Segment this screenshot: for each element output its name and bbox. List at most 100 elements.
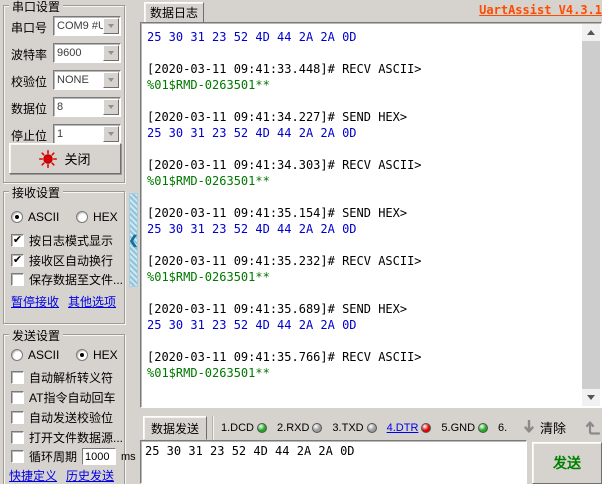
- parity-value: NONE: [54, 74, 103, 86]
- chevron-down-icon: [108, 24, 114, 28]
- clear-receive-button[interactable]: 清除: [518, 415, 580, 440]
- send-data-input[interactable]: 25 30 31 23 52 4D 44 2A 2A 0D: [141, 441, 526, 483]
- log-line-meta: [2020-03-11 09:41:35.154]# SEND HEX>: [147, 205, 579, 221]
- send-button-label: 发送: [553, 453, 581, 473]
- clear-send-button[interactable]: 清除: [582, 415, 602, 440]
- tab-data-send-label: 数据发送: [151, 420, 199, 437]
- log-scrollbar[interactable]: [582, 24, 600, 406]
- cycle-period-row: 循环周期 ms: [11, 448, 136, 465]
- auto-wrap-checkbox[interactable]: ✔ 接收区自动换行: [11, 252, 113, 269]
- clear-receive-label: 清除: [540, 418, 566, 437]
- baud-rate-dropdown-button[interactable]: [103, 45, 119, 61]
- history-send-link[interactable]: 历史发送: [66, 467, 114, 484]
- triangle-up-icon: [587, 30, 595, 35]
- recv-hex-radio[interactable]: HEX: [76, 210, 118, 224]
- log-line-meta: [2020-03-11 09:41:35.766]# RECV ASCII>: [147, 349, 579, 365]
- close-port-button[interactable]: 关闭: [9, 143, 121, 174]
- data-bits-select[interactable]: 8: [53, 97, 121, 117]
- log-mode-checkbox[interactable]: ✔ 按日志模式显示: [11, 232, 113, 249]
- escape-parse-checkbox[interactable]: 自动解析转义符: [11, 369, 113, 386]
- at-cr-label: AT指令自动回车: [29, 389, 115, 406]
- send-data-box: 25 30 31 23 52 4D 44 2A 2A 0D: [140, 440, 527, 484]
- parity-select[interactable]: NONE: [53, 70, 121, 90]
- signal-dcd: 1.DCD: [221, 422, 267, 434]
- panel-splitter: ❮: [127, 0, 140, 484]
- log-line-blank: [147, 141, 579, 157]
- auto-checksum-checkbox[interactable]: 自动发送校验位: [11, 409, 113, 426]
- quick-define-link[interactable]: 快捷定义: [9, 467, 57, 484]
- stop-bits-dropdown-button[interactable]: [103, 126, 119, 142]
- receive-settings-group: 接收设置 ASCII HEX ✔ 按日志模式显示 ✔ 接收区自动换行 保存数据至…: [3, 191, 125, 324]
- parity-dropdown-button[interactable]: [103, 72, 119, 88]
- baud-rate-select[interactable]: 9600: [53, 43, 121, 63]
- file-source-label: 打开文件数据源...: [29, 429, 123, 446]
- send-ascii-label: ASCII: [28, 348, 59, 362]
- tab-data-send[interactable]: 数据发送: [143, 416, 207, 440]
- escape-parse-label: 自动解析转义符: [29, 369, 113, 386]
- settings-sidebar: 串口设置 串口号 COM9 #USB 波特率 9600 校验位 NONE 数据位…: [0, 0, 127, 484]
- scroll-up-button[interactable]: [582, 24, 600, 41]
- other-options-link[interactable]: 其他选项: [68, 293, 116, 310]
- log-line-recv: %01$RMD-0263501**: [147, 365, 579, 381]
- recv-hex-label: HEX: [93, 210, 118, 224]
- send-ascii-radio[interactable]: ASCII: [11, 348, 59, 362]
- cycle-period-checkbox[interactable]: [11, 450, 24, 463]
- checkbox-icon: ✔: [11, 254, 24, 267]
- collapse-sidebar-handle[interactable]: ❮: [129, 193, 138, 287]
- at-cr-checkbox[interactable]: AT指令自动回车: [11, 389, 115, 406]
- send-hex-radio[interactable]: HEX: [76, 348, 118, 362]
- log-line-meta: [2020-03-11 09:41:35.232]# RECV ASCII>: [147, 253, 579, 269]
- log-line-blank: [147, 93, 579, 109]
- log-line-blank: [147, 237, 579, 253]
- log-line-meta: [2020-03-11 09:41:35.689]# SEND HEX>: [147, 301, 579, 317]
- chevron-down-icon: [108, 51, 114, 55]
- log-line-blank: [147, 285, 579, 301]
- receive-settings-title: 接收设置: [9, 184, 63, 201]
- file-source-checkbox[interactable]: 打开文件数据源...: [11, 429, 123, 446]
- auto-checksum-label: 自动发送校验位: [29, 409, 113, 426]
- stop-bits-label: 停止位: [11, 127, 47, 144]
- save-to-file-label: 保存数据至文件...: [29, 271, 123, 288]
- led-icon: [367, 423, 377, 433]
- send-hex-label: HEX: [93, 348, 118, 362]
- log-line-hex: 25 30 31 23 52 4D 44 2A 2A 0D: [147, 317, 579, 333]
- data-bits-label: 数据位: [11, 100, 47, 117]
- send-settings-title: 发送设置: [9, 327, 63, 344]
- signal-dcd-label: 1.DCD: [221, 422, 254, 434]
- led-open-icon: [39, 150, 57, 168]
- log-content: 25 30 31 23 52 4D 44 2A 2A 0D [2020-03-1…: [143, 25, 581, 405]
- signal-gnd-label: 5.GND: [441, 422, 475, 434]
- log-line-blank: [147, 189, 579, 205]
- com-port-select[interactable]: COM9 #USB: [53, 16, 121, 36]
- com-port-value: COM9 #USB: [54, 20, 103, 32]
- signal-txd: 3.TXD: [332, 422, 376, 434]
- com-port-label: 串口号: [11, 19, 47, 36]
- scrollbar-thumb[interactable]: [582, 41, 600, 389]
- data-bits-value: 8: [54, 101, 103, 113]
- led-icon: [312, 423, 322, 433]
- stop-bits-select[interactable]: 1: [53, 124, 121, 144]
- close-port-label: 关闭: [64, 149, 90, 168]
- tab-data-log-label: 数据日志: [150, 4, 198, 21]
- cycle-period-input[interactable]: [82, 448, 116, 465]
- log-line-recv: %01$RMD-0263501**: [147, 77, 579, 93]
- log-line-hex: 25 30 31 23 52 4D 44 2A 2A 0D: [147, 125, 579, 141]
- scroll-down-button[interactable]: [582, 389, 600, 406]
- parity-label: 校验位: [11, 73, 47, 90]
- com-port-dropdown-button[interactable]: [103, 18, 119, 34]
- signal-dtr[interactable]: 4.DTR: [387, 422, 432, 434]
- log-line-hex: 25 30 31 23 52 4D 44 2A 2A 0D: [147, 221, 579, 237]
- log-line-recv: %01$RMD-0263501**: [147, 173, 579, 189]
- pause-receive-link[interactable]: 暂停接收: [11, 293, 59, 310]
- send-settings-group: 发送设置 ASCII HEX 自动解析转义符 AT指令自动回车 自动发送校验位 …: [3, 334, 125, 484]
- signal-dtr-label[interactable]: 4.DTR: [387, 422, 419, 434]
- auto-wrap-label: 接收区自动换行: [29, 252, 113, 269]
- recv-ascii-radio[interactable]: ASCII: [11, 210, 59, 224]
- tab-data-log[interactable]: 数据日志: [144, 2, 204, 23]
- data-bits-dropdown-button[interactable]: [103, 99, 119, 115]
- save-to-file-checkbox[interactable]: 保存数据至文件...: [11, 271, 123, 288]
- radio-icon: [11, 349, 23, 361]
- uartassist-version-link[interactable]: UartAssist V4.3.1: [479, 3, 602, 17]
- checkbox-icon: [11, 411, 24, 424]
- send-button[interactable]: 发送: [532, 442, 602, 484]
